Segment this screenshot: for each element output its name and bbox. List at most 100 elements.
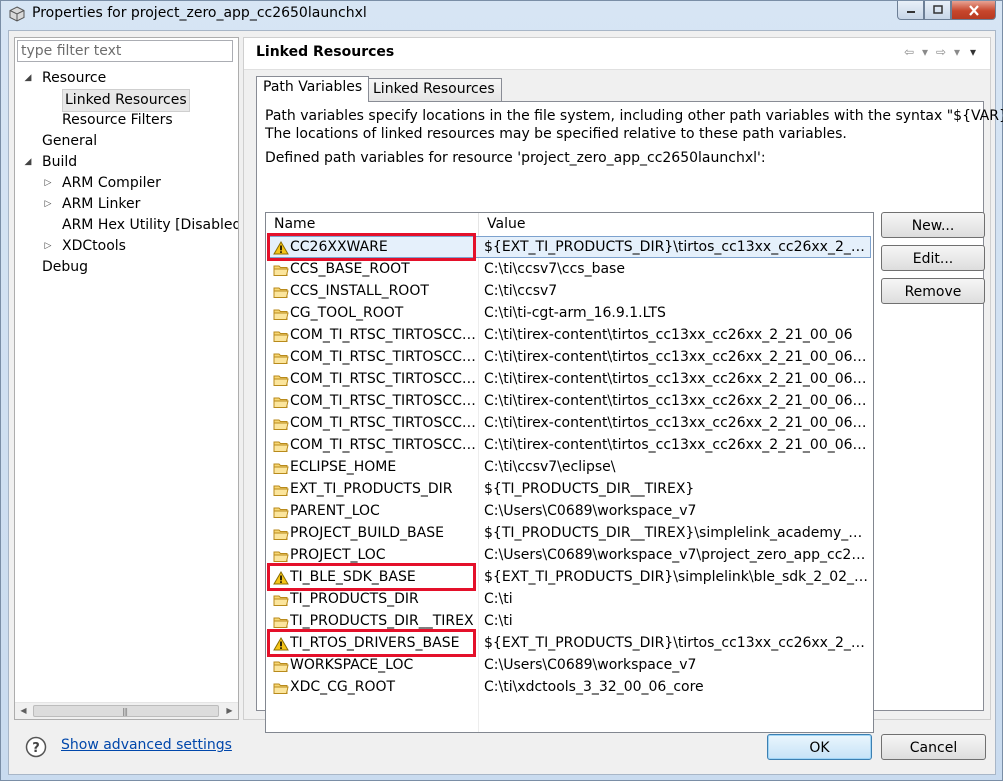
table-row[interactable]: PARENT_LOC C:\Users\C0689\workspace_v7 (266, 500, 873, 522)
scroll-right-arrow-icon[interactable]: ▶ (221, 703, 238, 719)
variable-value: ${EXT_TI_PRODUCTS_DIR}\tirtos_cc13xx_cc2… (484, 239, 870, 255)
minimize-button[interactable] (897, 1, 924, 20)
variable-name: XDC_CG_ROOT (290, 679, 396, 695)
close-button[interactable] (951, 1, 996, 20)
tree-item-label: Resource (42, 70, 107, 86)
remove-button[interactable]: Remove (881, 278, 985, 304)
variable-name: COM_TI_RTSC_TIRTOSCC1... (290, 349, 476, 365)
path-variables-table[interactable]: Name Value CC26XXWARE ${EXT_TI_PRODUCTS_D… (265, 212, 874, 733)
folder-icon (273, 680, 289, 694)
variable-value: ${TI_PRODUCTS_DIR__TIREX} (484, 481, 695, 497)
cancel-button[interactable]: Cancel (881, 734, 986, 760)
maximize-button[interactable] (924, 1, 951, 20)
variable-name: TI_BLE_SDK_BASE (290, 569, 416, 585)
forward-arrow-icon[interactable]: ⇨ (934, 45, 948, 59)
table-row[interactable]: XDC_CG_ROOT C:\ti\xdctools_3_32_00_06_cor… (266, 676, 873, 698)
table-row[interactable]: TI_PRODUCTS_DIR C:\ti (266, 588, 873, 610)
page-header: Linked Resources ⇦ ▾ ⇨ ▾ ▾ (244, 38, 990, 70)
table-row[interactable]: CG_TOOL_ROOT C:\ti\ti-cgt-arm_16.9.1.LTS (266, 302, 873, 324)
folder-icon (273, 438, 289, 452)
variable-name: COM_TI_RTSC_TIRTOSCC1... (290, 393, 476, 409)
variable-name: CCS_INSTALL_ROOT (290, 283, 429, 299)
table-row[interactable]: EXT_TI_PRODUCTS_DIR ${TI_PRODUCTS_DIR__TI… (266, 478, 873, 500)
new-button[interactable]: New... (881, 212, 985, 238)
table-row[interactable]: TI_RTOS_DRIVERS_BASE ${EXT_TI_PRODUCTS_DI… (266, 632, 873, 654)
tree-item-label: XDCtools (62, 238, 126, 254)
help-icon[interactable]: ? (25, 736, 47, 758)
forward-menu-chevron-icon[interactable]: ▾ (950, 45, 964, 59)
folder-icon (273, 394, 289, 408)
variable-value: C:\ti\ccsv7\ccs_base (484, 261, 625, 277)
scroll-left-arrow-icon[interactable]: ◀ (15, 703, 32, 719)
app-icon (9, 6, 25, 22)
folder-icon (273, 372, 289, 386)
variable-name: TI_RTOS_DRIVERS_BASE (290, 635, 460, 651)
back-menu-chevron-icon[interactable]: ▾ (918, 45, 932, 59)
variable-value: C:\ti (484, 591, 513, 607)
tree-item-label: General (42, 133, 98, 149)
variable-name: ECLIPSE_HOME (290, 459, 397, 475)
warning-icon (273, 636, 289, 651)
variable-value: C:\ti\ccsv7 (484, 283, 558, 299)
table-row[interactable]: ECLIPSE_HOME C:\ti\ccsv7\eclipse\ (266, 456, 873, 478)
defined-variables-label: Defined path variables for resource 'pro… (265, 150, 766, 166)
folder-icon (273, 658, 289, 672)
expanded-twisty-icon[interactable]: ◢ (23, 68, 33, 89)
variable-value: C:\ti\ccsv7\eclipse\ (484, 459, 616, 475)
column-header-value[interactable]: Value (479, 213, 873, 235)
tab-linked-resources[interactable]: Linked Resources (366, 78, 502, 102)
warning-icon (273, 240, 289, 255)
description-line-2: The locations of linked resources may be… (265, 126, 847, 142)
folder-icon (273, 416, 289, 430)
collapsed-twisty-icon[interactable]: ▷ (43, 173, 53, 194)
scrollbar-thumb[interactable]: ||| (33, 705, 219, 717)
dialog-client-area: ◢ResourceLinked ResourcesResource Filter… (8, 30, 1003, 775)
table-row[interactable]: CCS_BASE_ROOT C:\ti\ccsv7\ccs_base (266, 258, 873, 280)
folder-icon (273, 504, 289, 518)
variable-value: C:\ti\tirex-content\tirtos_cc13xx_cc26xx… (484, 327, 853, 343)
back-arrow-icon[interactable]: ⇦ (902, 45, 916, 59)
folder-icon (273, 592, 289, 606)
title-bar[interactable]: Properties for project_zero_app_cc2650la… (1, 1, 1002, 27)
table-row[interactable]: COM_TI_RTSC_TIRTOSCC1... C:\ti\tirex-cont… (266, 346, 873, 368)
table-row[interactable]: COM_TI_RTSC_TIRTOSCC1... C:\ti\tirex-cont… (266, 434, 873, 456)
show-advanced-settings-link[interactable]: Show advanced settings (61, 737, 232, 753)
content-pane: Linked Resources ⇦ ▾ ⇨ ▾ ▾ Path Variable… (243, 37, 1003, 733)
tree-item-label: Debug (42, 259, 89, 275)
table-row[interactable]: TI_PRODUCTS_DIR__TIREX C:\ti (266, 610, 873, 632)
variable-name: COM_TI_RTSC_TIRTOSCC1... (290, 327, 476, 343)
variable-name: WORKSPACE_LOC (290, 657, 414, 673)
variable-value: C:\ti\tirex-content\tirtos_cc13xx_cc26xx… (484, 349, 870, 365)
tree-item-label: Build (42, 154, 78, 170)
horizontal-scrollbar[interactable]: ◀ ||| ▶ (15, 702, 238, 719)
folder-icon (273, 284, 289, 298)
variable-value: C:\Users\C0689\workspace_v7\project_zero… (484, 547, 870, 563)
tab-path-variables[interactable]: Path Variables (256, 76, 370, 102)
table-row[interactable]: COM_TI_RTSC_TIRTOSCC1... C:\ti\tirex-cont… (266, 390, 873, 412)
variable-name: PROJECT_BUILD_BASE (290, 525, 444, 541)
column-header-name[interactable]: Name (266, 213, 479, 235)
table-row[interactable]: CCS_INSTALL_ROOT C:\ti\ccsv7 (266, 280, 873, 302)
expanded-twisty-icon[interactable]: ◢ (23, 152, 33, 173)
table-row[interactable]: COM_TI_RTSC_TIRTOSCC1... C:\ti\tirex-cont… (266, 412, 873, 434)
variable-name: CG_TOOL_ROOT (290, 305, 404, 321)
variable-name: COM_TI_RTSC_TIRTOSCC1... (290, 437, 476, 453)
variable-name: COM_TI_RTSC_TIRTOSCC1... (290, 415, 476, 431)
table-row[interactable]: COM_TI_RTSC_TIRTOSCC1... C:\ti\tirex-cont… (266, 324, 873, 346)
collapsed-twisty-icon[interactable]: ▷ (43, 194, 53, 215)
navigation-pane: ◢ Resource Linked ResourcesResource Filter… (14, 37, 239, 720)
edit-button[interactable]: Edit... (881, 245, 985, 271)
view-menu-chevron-icon[interactable]: ▾ (966, 45, 980, 59)
table-row[interactable]: PROJECT_BUILD_BASE ${TI_PRODUCTS_DIR__TIR… (266, 522, 873, 544)
collapsed-twisty-icon[interactable]: ▷ (43, 236, 53, 257)
table-row[interactable]: TI_BLE_SDK_BASE ${EXT_TI_PRODUCTS_DIR}\si… (266, 566, 873, 588)
table-row[interactable]: CC26XXWARE ${EXT_TI_PRODUCTS_DIR}\tirtos_… (266, 236, 873, 258)
folder-icon (273, 614, 289, 628)
properties-dialog: Properties for project_zero_app_cc2650la… (0, 0, 1003, 781)
filter-input[interactable] (17, 40, 233, 62)
ok-button[interactable]: OK (767, 734, 872, 760)
variable-value: C:\Users\C0689\workspace_v7 (484, 503, 697, 519)
table-row[interactable]: PROJECT_LOC C:\Users\C0689\workspace_v7\p… (266, 544, 873, 566)
table-row[interactable]: WORKSPACE_LOC C:\Users\C0689\workspace_v7 (266, 654, 873, 676)
table-row[interactable]: COM_TI_RTSC_TIRTOSCC1... C:\ti\tirex-cont… (266, 368, 873, 390)
